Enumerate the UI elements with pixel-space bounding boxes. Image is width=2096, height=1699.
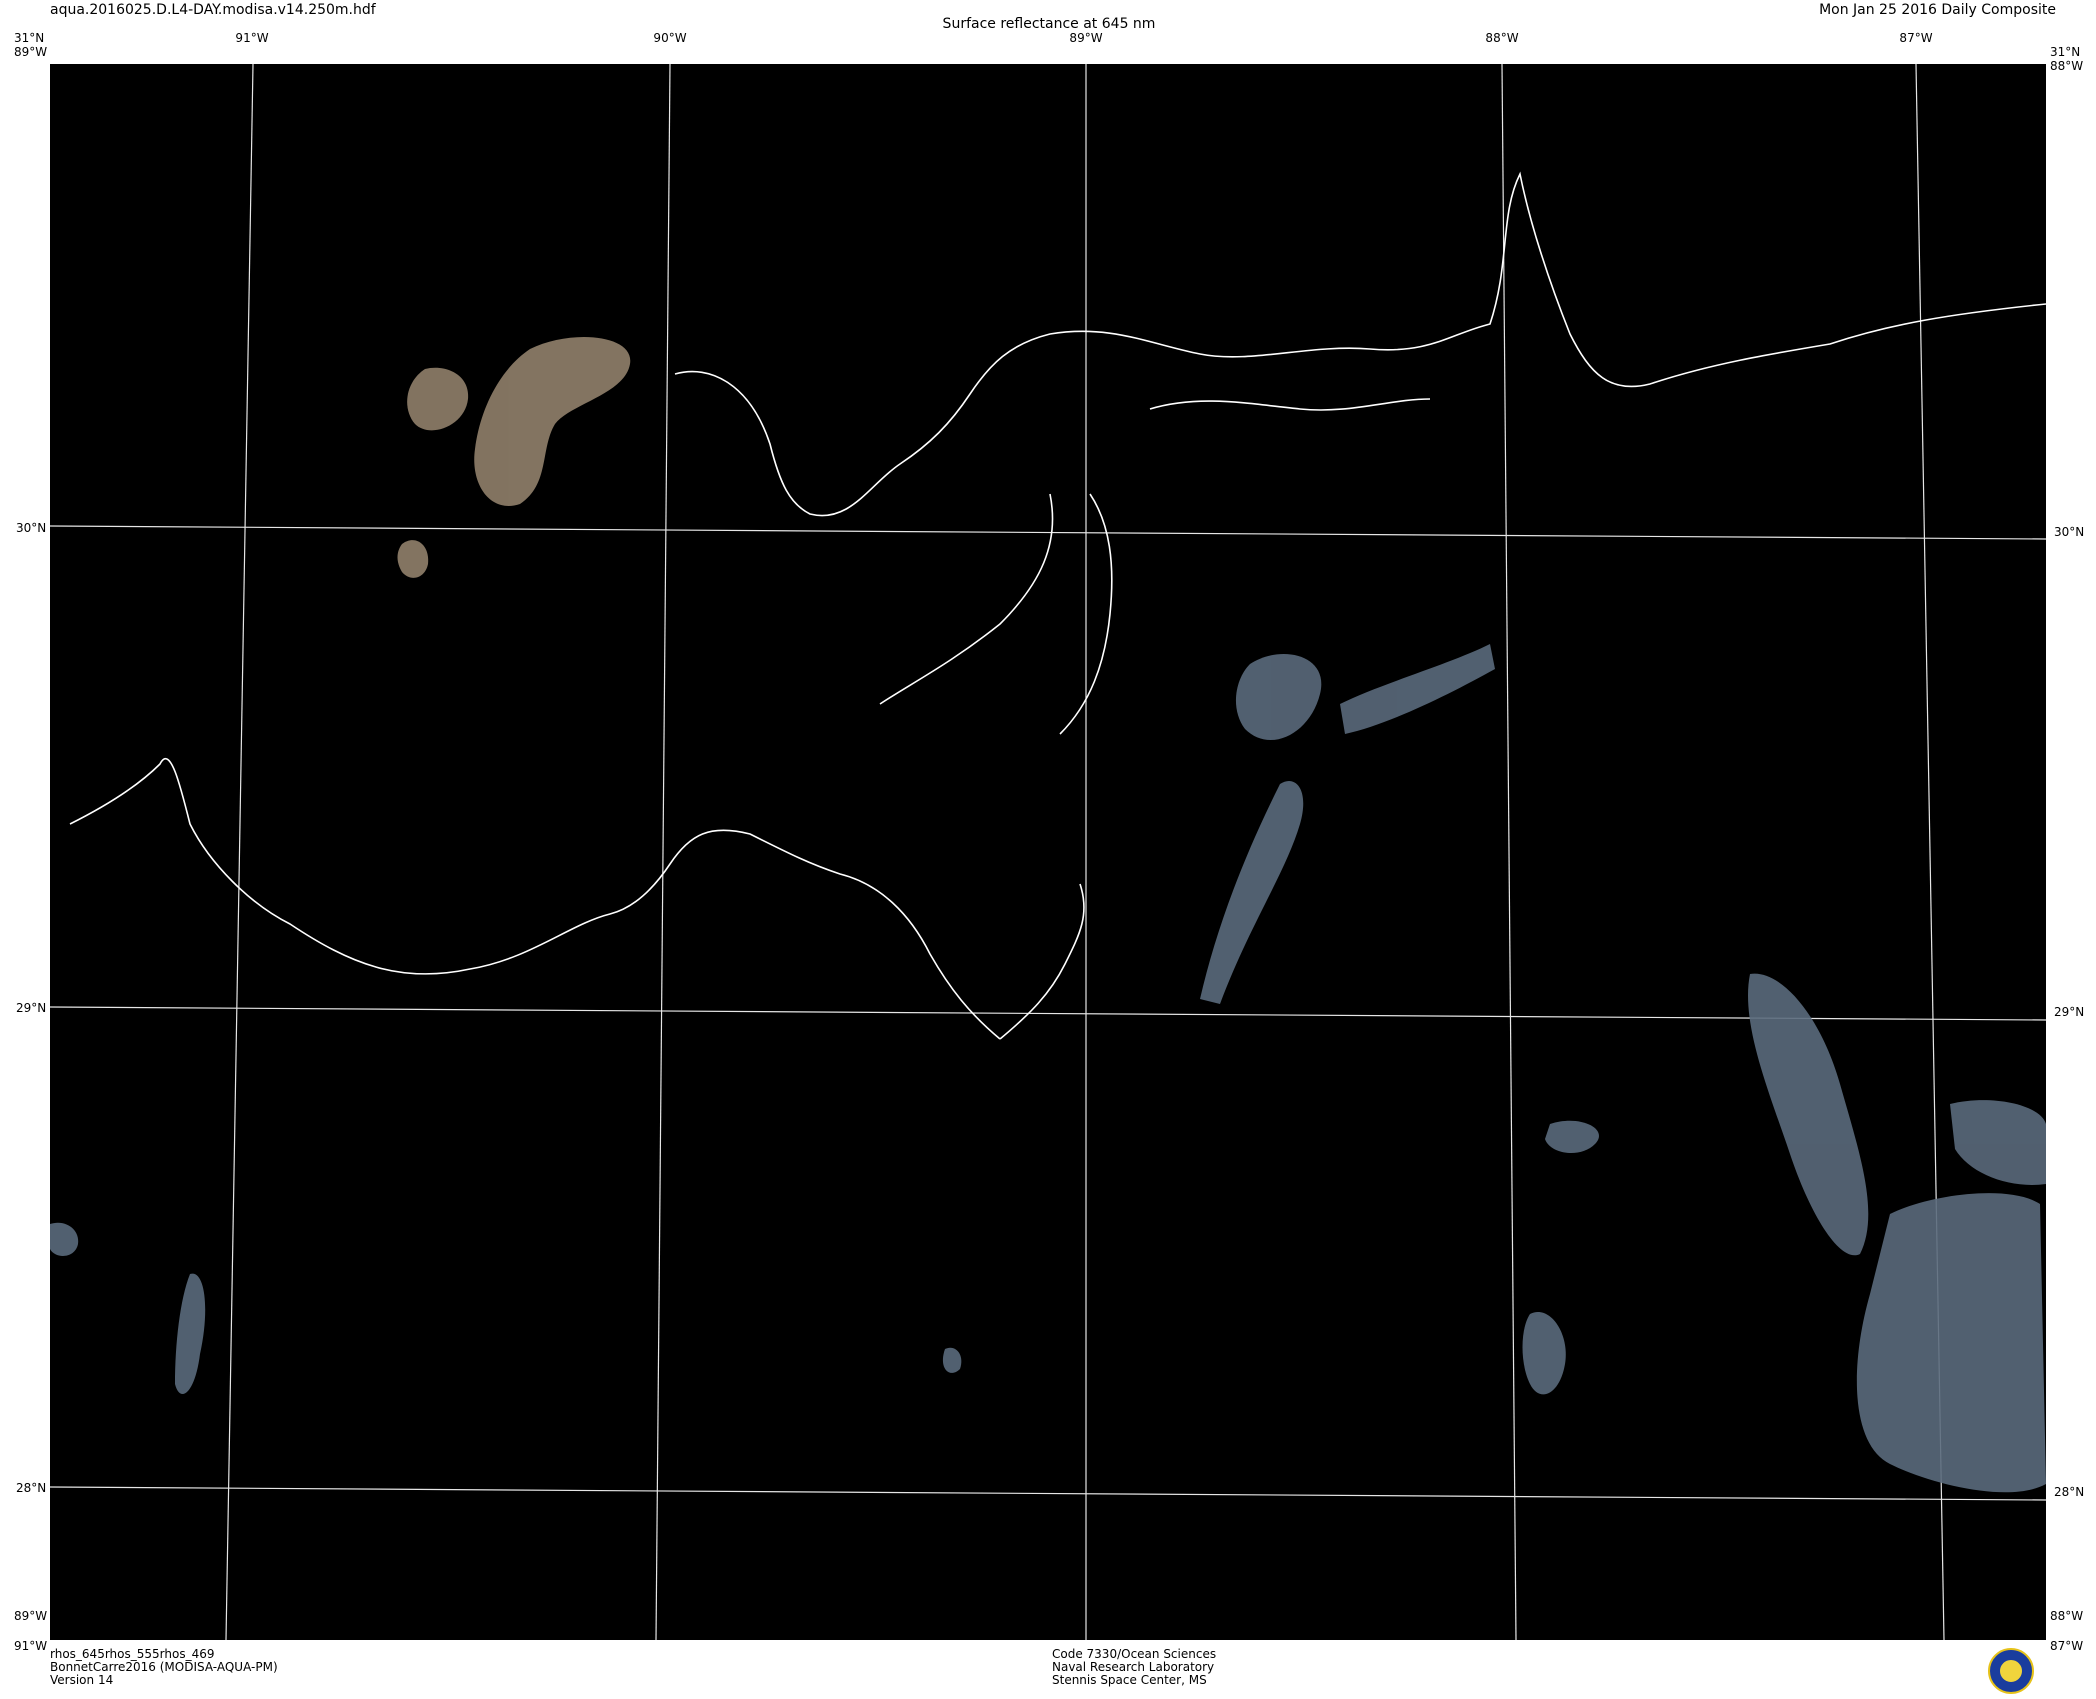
edge-label-right-top: 88°W — [2050, 59, 2084, 73]
lake-pontchartrain — [474, 337, 631, 506]
barrier-islands — [1149, 398, 1431, 411]
edge-label-left-top: 89°W — [14, 45, 48, 59]
lon-label-88w: 88°W — [1485, 31, 1519, 45]
coastline — [69, 171, 2046, 1040]
map-title: Surface reflectance at 645 nm — [942, 16, 1156, 32]
nrl-seal-icon — [1988, 1648, 2034, 1694]
cloud-patch — [1522, 1312, 1566, 1395]
lat-label-right-29n: 29°N — [2054, 1005, 2085, 1019]
cloud-patch — [1950, 1100, 2046, 1185]
meridian-90w — [655, 64, 671, 1640]
lon-label-90w: 90°W — [653, 31, 687, 45]
cloud-patch — [942, 1347, 962, 1373]
file-name: aqua.2016025.D.L4-DAY.modisa.v14.250m.hd… — [50, 2, 376, 18]
lat-label-right-28n: 28°N — [2054, 1485, 2085, 1499]
edge-label-right-bottom: 88°W — [2050, 1609, 2084, 1623]
meridian-91w — [225, 64, 254, 1640]
lat-label-right-30n: 30°N — [2054, 525, 2085, 539]
corner-label-top-left: 31°N — [14, 31, 45, 45]
cloud-patch — [175, 1273, 206, 1394]
seal-center — [1999, 1659, 2023, 1683]
corner-label-bottom-right: 87°W — [2050, 1639, 2084, 1653]
graticule — [50, 64, 2046, 1640]
cloud-patch — [1200, 780, 1304, 1004]
lon-label-87w: 87°W — [1899, 31, 1933, 45]
sediment-patch — [397, 540, 429, 578]
corner-label-top-right: 31°N — [2050, 45, 2081, 59]
cloud-patch — [1856, 1193, 2046, 1493]
lat-label-left-28n: 28°N — [16, 1481, 47, 1495]
lat-label-left-30n: 30°N — [16, 521, 47, 535]
meridian-88w — [1501, 64, 1517, 1640]
corner-label-bottom-left: 91°W — [14, 1639, 48, 1653]
footer-version: Version 14 — [50, 1673, 114, 1687]
lat-label-left-29n: 29°N — [16, 1001, 47, 1015]
cloud-patch — [50, 1222, 79, 1256]
edge-label-left-bottom: 89°W — [14, 1609, 48, 1623]
lake-sediment — [397, 337, 631, 578]
lake-maurepas — [407, 367, 469, 431]
footer-left: rhos_645rhos_555rhos_469 BonnetCarre2016… — [50, 1648, 278, 1687]
chandeleur-sound-coast — [879, 493, 1054, 705]
parallel-28n — [50, 1486, 2046, 1501]
parallel-29n — [50, 1006, 2046, 1021]
delta-coast — [999, 883, 1085, 1040]
cloud-patch — [1545, 1120, 1599, 1154]
cloud-patches — [50, 644, 2046, 1493]
cloud-patch — [1235, 654, 1322, 741]
cloud-patch — [1340, 644, 1495, 734]
gulf-coast — [674, 171, 2046, 517]
footer-center: Code 7330/Ocean Sciences Naval Research … — [1052, 1648, 1216, 1687]
lon-label-91w: 91°W — [235, 31, 269, 45]
footer-location: Stennis Space Center, MS — [1052, 1673, 1207, 1687]
parallel-30n — [50, 525, 2046, 540]
map-overlay — [50, 64, 2046, 1640]
composite-date: Mon Jan 25 2016 Daily Composite — [1819, 2, 2056, 18]
lon-label-89w: 89°W — [1069, 31, 1103, 45]
louisiana-coast — [69, 757, 1001, 1040]
cloud-patch — [1748, 973, 1869, 1256]
